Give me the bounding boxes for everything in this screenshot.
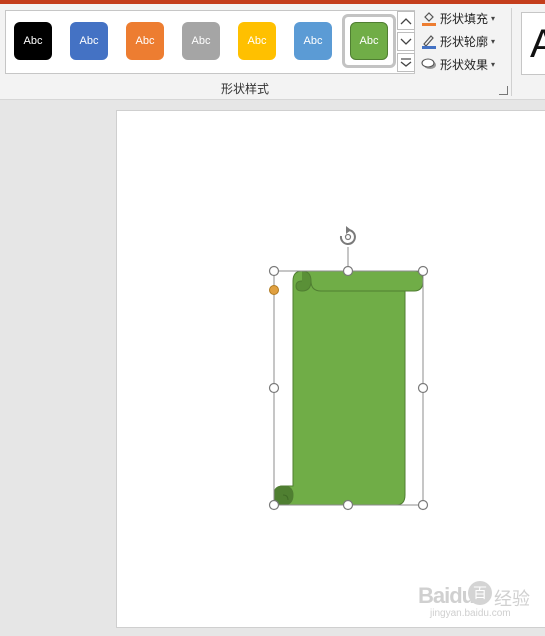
shape-style-orange[interactable]: Abc: [126, 22, 164, 60]
shape-effects-button[interactable]: 形状效果 ▾: [421, 54, 495, 74]
chevron-up-icon: [400, 17, 412, 24]
gallery-more-button[interactable]: [397, 53, 415, 72]
pen-icon: [421, 33, 437, 49]
watermark-url: jingyan.baidu.com: [430, 608, 511, 619]
shape-fill-button[interactable]: 形状填充 ▾: [421, 8, 495, 28]
slide-canvas[interactable]: [116, 110, 545, 628]
shape-style-blue[interactable]: Abc: [70, 22, 108, 60]
shape-style-green[interactable]: Abc: [350, 22, 388, 60]
gallery-scroll-up[interactable]: [397, 11, 415, 30]
caret-down-icon: ▾: [491, 36, 496, 46]
baidu-jingyan-watermark: Baidu 百 经验 jingyan.baidu.com: [410, 575, 545, 625]
caret-down-icon: ▾: [491, 13, 496, 23]
group-label-shape-styles: 形状样式: [220, 82, 269, 96]
paint-bucket-icon: [421, 10, 437, 26]
shape-style-black[interactable]: Abc: [14, 22, 52, 60]
ribbon: Abc Abc Abc Abc Abc Abc Abc 形状填充 ▾ 形状轮廓 …: [0, 4, 545, 100]
shape-outline-label: 形状轮廓: [440, 34, 489, 49]
shape-fill-label: 形状填充: [440, 11, 489, 26]
wordart-style-preview[interactable]: A: [521, 12, 545, 75]
more-icon: [400, 57, 412, 67]
shape-style-gray[interactable]: Abc: [182, 22, 220, 60]
gallery-scroll-down[interactable]: [397, 32, 415, 51]
chevron-down-icon: [400, 38, 412, 45]
watermark-paw-icon: 百: [468, 581, 492, 605]
shape-style-gold[interactable]: Abc: [238, 22, 276, 60]
caret-down-icon: ▾: [491, 59, 496, 69]
shape-styles-gallery: Abc Abc Abc Abc Abc Abc Abc: [5, 10, 415, 74]
shape-effects-label: 形状效果: [440, 57, 489, 72]
shape-style-lightblue[interactable]: Abc: [294, 22, 332, 60]
dialog-launcher-icon[interactable]: [499, 86, 508, 95]
shape-effects-icon: [421, 56, 437, 72]
group-divider: [511, 8, 512, 96]
watermark-brand: Baidu: [418, 583, 475, 608]
shape-outline-button[interactable]: 形状轮廓 ▾: [421, 31, 495, 51]
